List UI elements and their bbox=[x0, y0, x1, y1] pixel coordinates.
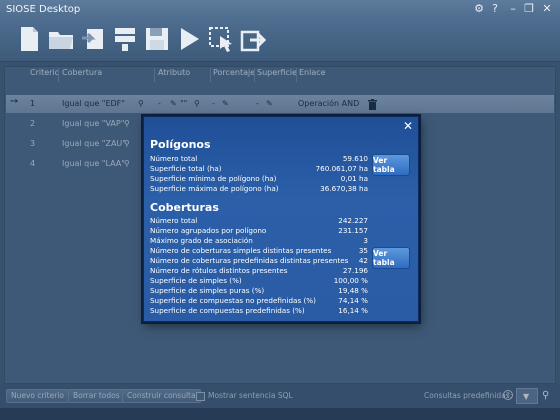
stat-row: Superficie de simples (%) 100,00 % bbox=[150, 276, 368, 285]
statistics-dialog: ✕ Polígonos Número total 59.610 Superfici… bbox=[143, 116, 419, 322]
run-icon[interactable] bbox=[174, 24, 204, 54]
stat-row: Número de coberturas predefinidas distin… bbox=[150, 256, 368, 265]
new-document-icon[interactable] bbox=[14, 24, 44, 54]
stat-row: Máximo grado de asociación 3 bbox=[150, 236, 368, 245]
settings-icon[interactable]: ⚙ bbox=[472, 2, 486, 16]
maximize-icon[interactable]: ❐ bbox=[522, 2, 536, 16]
export-icon[interactable] bbox=[238, 24, 268, 54]
close-window-icon[interactable]: ✕ bbox=[540, 2, 554, 16]
stat-row: Número de rótulos distintos presentes 27.… bbox=[150, 266, 368, 275]
toolbar bbox=[0, 18, 560, 62]
stat-row: Superficie mínima de polígono (ha) 0,01 h… bbox=[150, 174, 368, 183]
database-icon[interactable] bbox=[110, 24, 140, 54]
save-icon[interactable] bbox=[142, 24, 172, 54]
stat-row: Número de coberturas simples distintas p… bbox=[150, 246, 368, 255]
stat-row: Número agrupados por polígono 231.157 bbox=[150, 226, 368, 235]
poligonos-heading: Polígonos bbox=[150, 138, 211, 151]
stat-row: Superficie de compuestas no predefinidas… bbox=[150, 296, 368, 305]
close-icon[interactable]: ✕ bbox=[403, 119, 413, 133]
query-select-icon[interactable] bbox=[206, 24, 236, 54]
coberturas-heading: Coberturas bbox=[150, 201, 219, 214]
minimize-icon[interactable]: – bbox=[506, 2, 520, 16]
stat-row: Superficie de simples puras (%) 19,48 % bbox=[150, 286, 368, 295]
window-title: SIOSE Desktop bbox=[6, 3, 81, 15]
help-icon[interactable]: ? bbox=[488, 2, 502, 16]
ver-tabla-poligonos-button[interactable]: Ver tabla bbox=[372, 154, 410, 176]
stat-row: Superficie de compuestas predefinidas (%… bbox=[150, 306, 368, 315]
stat-row: Superficie máxima de polígono (ha) 36.670… bbox=[150, 184, 368, 193]
import-icon[interactable] bbox=[78, 24, 108, 54]
stat-row: Número total 242.227 bbox=[150, 216, 368, 225]
stat-row: Número total 59.610 bbox=[150, 154, 368, 163]
stat-row: Superficie total (ha) 760.061,07 ha bbox=[150, 164, 368, 173]
ver-tabla-coberturas-button[interactable]: Ver tabla bbox=[372, 247, 410, 269]
open-folder-icon[interactable] bbox=[46, 24, 76, 54]
